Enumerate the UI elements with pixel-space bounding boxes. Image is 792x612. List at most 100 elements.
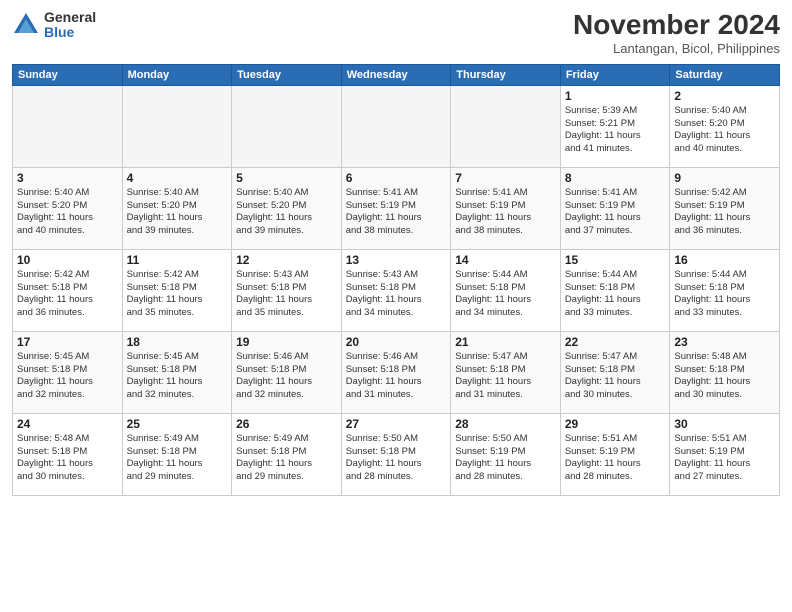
logo-icon [12, 11, 40, 39]
calendar-cell: 7Sunrise: 5:41 AM Sunset: 5:19 PM Daylig… [451, 167, 561, 249]
day-number: 1 [565, 89, 666, 103]
calendar-cell: 19 Sunrise: 5:46 AM Sunset: 5:18 PM Dayli… [232, 331, 342, 413]
logo: General Blue [12, 10, 96, 41]
day-info: Sunrise: 5:44 AM Sunset: 5:18 PM Dayligh… [674, 269, 775, 320]
day-info: Sunrise: 5:46 AM Sunset: 5:18 PM Dayligh… [346, 351, 447, 402]
day-number: 7 [455, 171, 556, 185]
calendar-cell: 29 Sunrise: 5:51 AM Sunset: 5:19 PM Dayli… [560, 413, 670, 495]
calendar-table: SundayMondayTuesdayWednesdayThursdayFrid… [12, 64, 780, 496]
day-info: Sunrise: 5:40 AM Sunset: 5:20 PM Dayligh… [17, 187, 118, 238]
calendar-week-3: 17 Sunrise: 5:45 AM Sunset: 5:18 PM Dayli… [13, 331, 780, 413]
weekday-header-monday: Monday [122, 64, 232, 85]
calendar-cell [13, 85, 123, 167]
calendar-cell: 3 Sunrise: 5:40 AM Sunset: 5:20 PM Daylig… [13, 167, 123, 249]
calendar-cell: 15Sunrise: 5:44 AM Sunset: 5:18 PM Dayli… [560, 249, 670, 331]
calendar-cell: 30Sunrise: 5:51 AM Sunset: 5:19 PM Dayli… [670, 413, 780, 495]
logo-general: General [44, 10, 96, 25]
day-info: Sunrise: 5:47 AM Sunset: 5:18 PM Dayligh… [565, 351, 666, 402]
day-number: 19 [236, 335, 337, 349]
day-info: Sunrise: 5:47 AM Sunset: 5:18 PM Dayligh… [455, 351, 556, 402]
day-number: 16 [674, 253, 775, 267]
calendar-cell [341, 85, 451, 167]
weekday-header-tuesday: Tuesday [232, 64, 342, 85]
day-number: 27 [346, 417, 447, 431]
weekday-header-sunday: Sunday [13, 64, 123, 85]
day-info: Sunrise: 5:43 AM Sunset: 5:18 PM Dayligh… [236, 269, 337, 320]
calendar-cell: 24 Sunrise: 5:48 AM Sunset: 5:18 PM Dayli… [13, 413, 123, 495]
day-info: Sunrise: 5:45 AM Sunset: 5:18 PM Dayligh… [17, 351, 118, 402]
calendar-week-2: 10 Sunrise: 5:42 AM Sunset: 5:18 PM Dayli… [13, 249, 780, 331]
day-number: 3 [17, 171, 118, 185]
day-info: Sunrise: 5:42 AM Sunset: 5:19 PM Dayligh… [674, 187, 775, 238]
day-info: Sunrise: 5:50 AM Sunset: 5:18 PM Dayligh… [346, 433, 447, 484]
day-info: Sunrise: 5:51 AM Sunset: 5:19 PM Dayligh… [565, 433, 666, 484]
day-number: 9 [674, 171, 775, 185]
day-info: Sunrise: 5:48 AM Sunset: 5:18 PM Dayligh… [17, 433, 118, 484]
weekday-header-wednesday: Wednesday [341, 64, 451, 85]
day-number: 21 [455, 335, 556, 349]
calendar-cell: 16 Sunrise: 5:44 AM Sunset: 5:18 PM Dayli… [670, 249, 780, 331]
calendar-week-4: 24 Sunrise: 5:48 AM Sunset: 5:18 PM Dayli… [13, 413, 780, 495]
day-number: 26 [236, 417, 337, 431]
calendar-cell: 6Sunrise: 5:41 AM Sunset: 5:19 PM Daylig… [341, 167, 451, 249]
page-container: General Blue November 2024 Lantangan, Bi… [0, 0, 792, 612]
day-number: 2 [674, 89, 775, 103]
day-number: 15 [565, 253, 666, 267]
calendar-cell: 18 Sunrise: 5:45 AM Sunset: 5:18 PM Dayli… [122, 331, 232, 413]
calendar-cell [451, 85, 561, 167]
calendar-cell: 12 Sunrise: 5:43 AM Sunset: 5:18 PM Dayli… [232, 249, 342, 331]
day-number: 4 [127, 171, 228, 185]
day-info: Sunrise: 5:40 AM Sunset: 5:20 PM Dayligh… [674, 105, 775, 156]
day-number: 28 [455, 417, 556, 431]
calendar-cell: 21 Sunrise: 5:47 AM Sunset: 5:18 PM Dayli… [451, 331, 561, 413]
day-info: Sunrise: 5:48 AM Sunset: 5:18 PM Dayligh… [674, 351, 775, 402]
calendar-cell: 9 Sunrise: 5:42 AM Sunset: 5:19 PM Daylig… [670, 167, 780, 249]
day-info: Sunrise: 5:45 AM Sunset: 5:18 PM Dayligh… [127, 351, 228, 402]
calendar-cell: 22 Sunrise: 5:47 AM Sunset: 5:18 PM Dayli… [560, 331, 670, 413]
calendar-cell: 4 Sunrise: 5:40 AM Sunset: 5:20 PM Daylig… [122, 167, 232, 249]
day-number: 25 [127, 417, 228, 431]
day-info: Sunrise: 5:41 AM Sunset: 5:19 PM Dayligh… [346, 187, 447, 238]
month-title: November 2024 [573, 10, 780, 41]
calendar-week-0: 1 Sunrise: 5:39 AM Sunset: 5:21 PM Daylig… [13, 85, 780, 167]
calendar-cell [232, 85, 342, 167]
day-info: Sunrise: 5:42 AM Sunset: 5:18 PM Dayligh… [127, 269, 228, 320]
day-number: 10 [17, 253, 118, 267]
logo-blue: Blue [44, 25, 96, 40]
day-info: Sunrise: 5:49 AM Sunset: 5:18 PM Dayligh… [236, 433, 337, 484]
day-number: 12 [236, 253, 337, 267]
day-number: 18 [127, 335, 228, 349]
day-info: Sunrise: 5:40 AM Sunset: 5:20 PM Dayligh… [127, 187, 228, 238]
day-info: Sunrise: 5:46 AM Sunset: 5:18 PM Dayligh… [236, 351, 337, 402]
day-info: Sunrise: 5:39 AM Sunset: 5:21 PM Dayligh… [565, 105, 666, 156]
weekday-header-friday: Friday [560, 64, 670, 85]
day-number: 20 [346, 335, 447, 349]
day-number: 24 [17, 417, 118, 431]
day-number: 5 [236, 171, 337, 185]
day-number: 23 [674, 335, 775, 349]
day-info: Sunrise: 5:41 AM Sunset: 5:19 PM Dayligh… [565, 187, 666, 238]
day-info: Sunrise: 5:42 AM Sunset: 5:18 PM Dayligh… [17, 269, 118, 320]
calendar-cell: 5 Sunrise: 5:40 AM Sunset: 5:20 PM Daylig… [232, 167, 342, 249]
calendar-cell [122, 85, 232, 167]
calendar-cell: 14Sunrise: 5:44 AM Sunset: 5:18 PM Dayli… [451, 249, 561, 331]
weekday-header-thursday: Thursday [451, 64, 561, 85]
calendar-cell: 23 Sunrise: 5:48 AM Sunset: 5:18 PM Dayli… [670, 331, 780, 413]
day-number: 17 [17, 335, 118, 349]
day-number: 22 [565, 335, 666, 349]
calendar-cell: 17 Sunrise: 5:45 AM Sunset: 5:18 PM Dayli… [13, 331, 123, 413]
header: General Blue November 2024 Lantangan, Bi… [12, 10, 780, 56]
weekday-header-saturday: Saturday [670, 64, 780, 85]
calendar-cell: 27 Sunrise: 5:50 AM Sunset: 5:18 PM Dayli… [341, 413, 451, 495]
day-info: Sunrise: 5:50 AM Sunset: 5:19 PM Dayligh… [455, 433, 556, 484]
day-number: 13 [346, 253, 447, 267]
calendar-cell: 20 Sunrise: 5:46 AM Sunset: 5:18 PM Dayli… [341, 331, 451, 413]
day-info: Sunrise: 5:51 AM Sunset: 5:19 PM Dayligh… [674, 433, 775, 484]
title-block: November 2024 Lantangan, Bicol, Philippi… [573, 10, 780, 56]
day-number: 8 [565, 171, 666, 185]
day-number: 14 [455, 253, 556, 267]
day-number: 29 [565, 417, 666, 431]
calendar-cell: 26 Sunrise: 5:49 AM Sunset: 5:18 PM Dayli… [232, 413, 342, 495]
day-info: Sunrise: 5:40 AM Sunset: 5:20 PM Dayligh… [236, 187, 337, 238]
calendar-cell: 8 Sunrise: 5:41 AM Sunset: 5:19 PM Daylig… [560, 167, 670, 249]
